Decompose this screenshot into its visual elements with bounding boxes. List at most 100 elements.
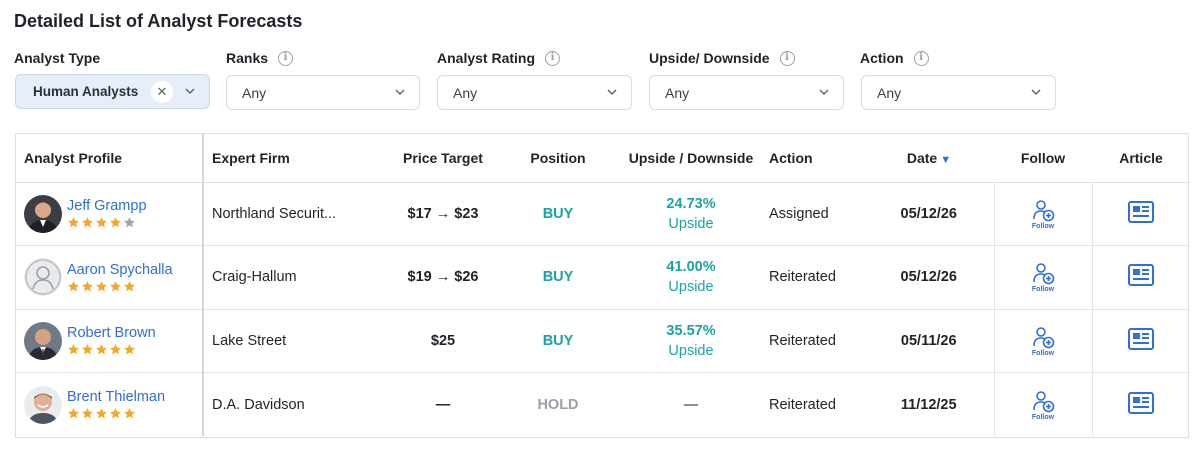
follow-button[interactable]: Follow bbox=[1031, 389, 1055, 421]
avatar[interactable] bbox=[24, 385, 62, 424]
forecast-table: Analyst Profile Expert Firm Price Target… bbox=[15, 133, 1190, 438]
position-cell: BUY bbox=[500, 245, 616, 310]
analyst-type-select[interactable]: Human Analysts ✕ bbox=[15, 74, 210, 109]
ranks-value: Any bbox=[242, 84, 267, 101]
expert-firm-cell: D.A. Davidson bbox=[212, 396, 305, 413]
filter-label: Action bbox=[860, 50, 904, 66]
clear-icon[interactable]: ✕ bbox=[151, 81, 173, 103]
price-target-cell: $19 → $26 bbox=[386, 245, 500, 310]
upside-label: Upside bbox=[668, 342, 714, 359]
filter-ranks: Ranks i bbox=[226, 48, 294, 68]
star-icon bbox=[96, 344, 107, 355]
star-icon bbox=[82, 408, 93, 419]
upside-value: 35.57% Upside bbox=[616, 321, 766, 361]
table-row: Aaron Spychalla Craig-Hallum $19 → $26 BUY 4… bbox=[16, 245, 1190, 310]
upside-cell: 35.57% Upside bbox=[616, 309, 766, 373]
col-header-action: Action bbox=[766, 134, 864, 183]
position-badge: HOLD bbox=[537, 396, 579, 413]
follow-button[interactable]: Follow bbox=[1031, 261, 1055, 293]
col-header-date[interactable]: Date ▼ bbox=[864, 134, 994, 183]
analyst-name-link[interactable]: Aaron Spychalla bbox=[67, 262, 173, 279]
follow-icon bbox=[1033, 263, 1055, 285]
star-icon bbox=[68, 344, 79, 355]
star-rating bbox=[67, 280, 173, 293]
col-header-article: Article bbox=[1092, 134, 1190, 183]
filter-upside-downside: Upside/ Downside i bbox=[649, 48, 795, 68]
analyst-profile-cell: Jeff Grampp bbox=[16, 182, 204, 246]
follow-label: Follow bbox=[1031, 286, 1055, 294]
upside-cell: 41.00% Upside bbox=[616, 245, 766, 310]
upside-percent: 24.73% bbox=[666, 195, 716, 212]
action-cell: Reiterated bbox=[766, 245, 864, 310]
follow-cell: Follow bbox=[993, 309, 1093, 373]
upside-percent: 41.00% bbox=[666, 259, 716, 276]
action-cell: Reiterated bbox=[766, 309, 864, 373]
info-icon[interactable]: i bbox=[779, 50, 795, 66]
position-badge: BUY bbox=[542, 205, 574, 222]
article-cell bbox=[1092, 309, 1190, 373]
upside-percent: 35.57% bbox=[666, 322, 716, 339]
star-icon bbox=[124, 280, 135, 292]
position-cell: HOLD bbox=[500, 373, 616, 437]
analyst-name-link[interactable]: Brent Thielman bbox=[67, 389, 165, 406]
date-cell: 05/12/26 bbox=[864, 245, 994, 310]
star-icon bbox=[82, 280, 93, 292]
filter-analyst-rating: Analyst Rating i bbox=[437, 48, 561, 68]
follow-button[interactable]: Follow bbox=[1031, 325, 1055, 357]
upside-cell: — bbox=[616, 373, 766, 437]
info-icon[interactable]: i bbox=[913, 50, 929, 66]
star-icon bbox=[96, 408, 107, 419]
expert-firm-cell: Northland Securit... bbox=[203, 182, 386, 246]
filter-label: Upside/ Downside bbox=[649, 50, 770, 66]
article-icon[interactable] bbox=[1128, 264, 1155, 290]
avatar[interactable] bbox=[24, 258, 62, 297]
chevron-down-icon bbox=[819, 89, 829, 96]
star-icon bbox=[110, 217, 121, 228]
col-header-upside-downside: Upside / Downside bbox=[616, 134, 766, 183]
upside-percent: — bbox=[683, 396, 699, 413]
follow-label: Follow bbox=[1031, 222, 1055, 230]
table-row: Robert Brown Lake Street $25 BUY 35.57% Upsid… bbox=[16, 309, 1190, 373]
upside-downside-select[interactable]: Any bbox=[649, 75, 844, 110]
follow-cell: Follow bbox=[993, 245, 1093, 310]
analyst-name-link[interactable]: Jeff Grampp bbox=[67, 198, 147, 215]
col-header-analyst-profile: Analyst Profile bbox=[16, 134, 204, 183]
star-icon bbox=[124, 217, 135, 228]
analyst-type-value: Human Analysts bbox=[33, 84, 139, 99]
action-select[interactable]: Any bbox=[861, 75, 1056, 110]
sort-desc-icon[interactable]: ▼ bbox=[940, 154, 951, 166]
analyst-profile-cell: Brent Thielman bbox=[16, 372, 204, 436]
filter-label: Ranks bbox=[226, 50, 269, 66]
position-cell: BUY bbox=[500, 182, 616, 246]
action-cell: Assigned bbox=[766, 182, 864, 246]
filter-action: Action i bbox=[860, 48, 929, 68]
follow-button[interactable]: Follow bbox=[1031, 198, 1055, 230]
follow-cell: Follow bbox=[993, 372, 1093, 436]
analyst-name-link[interactable]: Robert Brown bbox=[67, 325, 156, 342]
article-icon[interactable] bbox=[1128, 327, 1155, 354]
action-value: Any bbox=[877, 84, 902, 101]
star-icon bbox=[68, 280, 79, 292]
article-icon[interactable] bbox=[1128, 391, 1155, 418]
date-cell: 11/12/25 bbox=[900, 396, 957, 413]
follow-label: Follow bbox=[1031, 413, 1055, 421]
avatar[interactable] bbox=[24, 194, 62, 233]
article-icon[interactable] bbox=[1128, 200, 1155, 227]
avatar[interactable] bbox=[24, 321, 62, 360]
analyst-rating-select[interactable]: Any bbox=[437, 75, 632, 110]
follow-label: Follow bbox=[1031, 349, 1055, 357]
filter-label: Analyst Rating bbox=[437, 50, 536, 66]
chevron-down-icon bbox=[1031, 89, 1041, 96]
price-target-cell: $17 → $23 bbox=[386, 182, 500, 246]
table-row: Jeff Grampp Northland Securit... $17 → $23… bbox=[16, 182, 1190, 246]
info-icon[interactable]: i bbox=[545, 50, 561, 66]
star-icon bbox=[82, 344, 93, 355]
position-badge: BUY bbox=[542, 269, 574, 286]
ranks-select[interactable]: Any bbox=[226, 75, 420, 110]
info-icon[interactable]: i bbox=[278, 50, 294, 66]
star-icon bbox=[96, 280, 107, 292]
upside-cell: 24.73% Upside bbox=[616, 182, 766, 246]
date-cell: 05/11/26 bbox=[864, 309, 994, 373]
article-cell bbox=[1092, 373, 1190, 437]
analyst-profile-cell: Robert Brown bbox=[16, 309, 204, 373]
